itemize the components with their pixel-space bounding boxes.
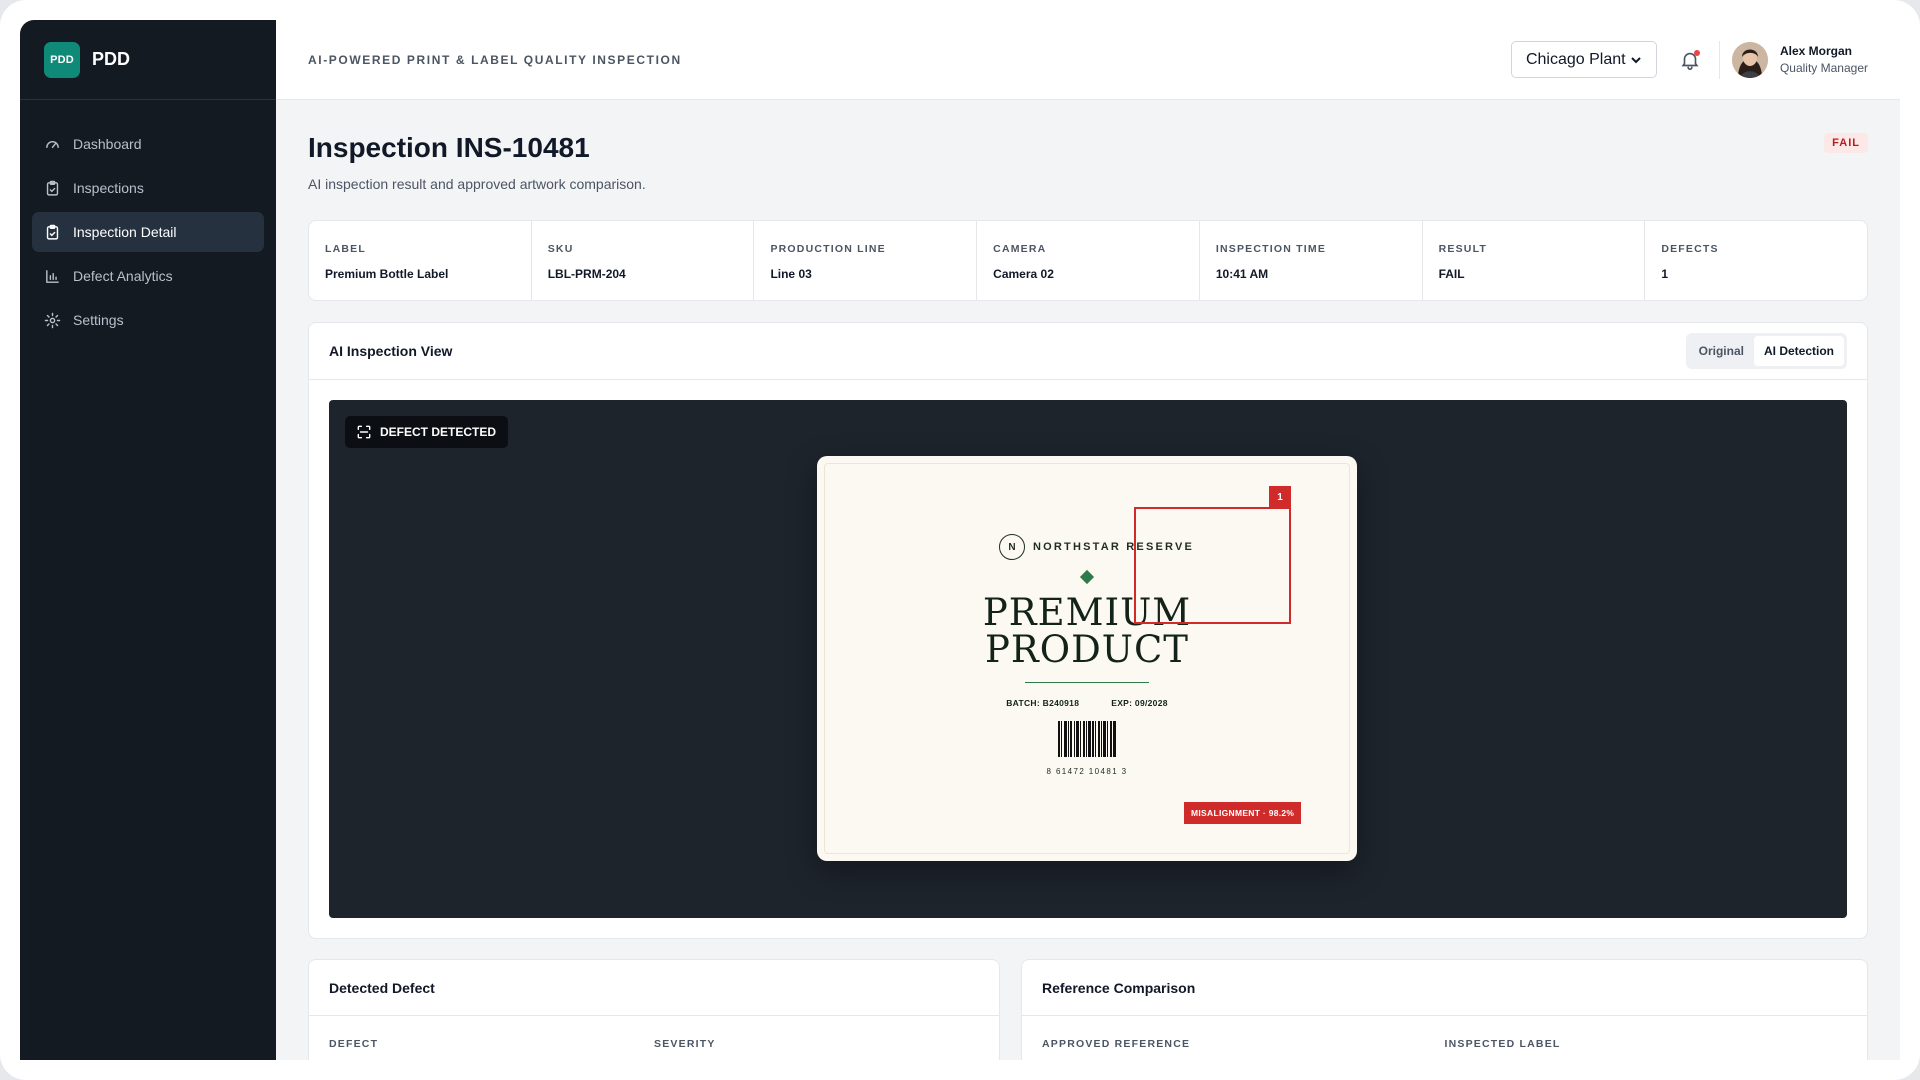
meta-cell-value: FAIL [1438, 267, 1465, 281]
main-area: AI-POWERED PRINT & LABEL QUALITY INSPECT… [276, 20, 1900, 1060]
defect-detected-badge: DEFECT DETECTED [345, 416, 509, 448]
meta-cell-label: RESULT [1438, 243, 1488, 255]
user-role: Quality Manager [1779, 61, 1868, 75]
view-title: AI Inspection View [329, 343, 453, 359]
meta-production-line: PRODUCTION LINE Line 03 [754, 221, 978, 300]
user-info[interactable]: Alex Morgan Quality Manager [1780, 44, 1868, 75]
clipboard-check-icon [46, 224, 59, 240]
barcode-number: 8 61472 10481 3 [1046, 767, 1128, 776]
column-header: INSPECTED LABEL [1444, 1038, 1561, 1050]
brand-name: PDD [92, 49, 131, 69]
scan-icon [357, 425, 371, 439]
ai-inspection-view: AI Inspection View Original AI Detection… [308, 322, 1868, 939]
bottom-cards: Detected Defect DEFECT SEVERITY Referenc… [308, 959, 1868, 1060]
plant-select[interactable]: Chicago Plant [1510, 41, 1657, 78]
detection-index: 1 [1269, 486, 1291, 508]
page-header: Inspection INS-10481 AI inspection resul… [308, 132, 1868, 192]
meta-result: RESULT FAIL [1423, 221, 1646, 300]
meta-inspection-time: INSPECTION TIME 10:41 AM [1200, 221, 1423, 300]
meta-defects: DEFECTS 1 [1645, 221, 1867, 300]
bar-chart-icon [46, 269, 59, 283]
column-header: SEVERITY [654, 1038, 716, 1050]
label-batch: BATCH: B240918 [1006, 698, 1080, 708]
notifications-button[interactable] [1679, 49, 1701, 71]
sidebar-item-label: Inspection Detail [73, 224, 177, 240]
meta-cell-value: 1 [1661, 267, 1668, 281]
sidebar-item-settings[interactable]: Settings [32, 300, 264, 340]
tab-original[interactable]: Original [1689, 336, 1754, 366]
topbar: AI-POWERED PRINT & LABEL QUALITY INSPECT… [276, 20, 1900, 100]
sidebar-item-defect-analytics[interactable]: Defect Analytics [32, 256, 264, 296]
sidebar-item-label: Dashboard [73, 136, 142, 152]
window-frame: PDD PDD Dashboard Inspections Inspection… [0, 0, 1920, 1080]
reference-comparison-columns: APPROVED REFERENCE INSPECTED LABEL [1022, 1016, 1867, 1050]
view-header: AI Inspection View Original AI Detection [309, 323, 1867, 380]
sidebar-item-label: Inspections [73, 180, 144, 196]
meta-cell-value: Camera 02 [993, 267, 1054, 281]
page-subtitle: AI inspection result and approved artwor… [308, 176, 646, 192]
detected-defect-card: Detected Defect DEFECT SEVERITY [308, 959, 1000, 1060]
meta-label: LABEL Premium Bottle Label [309, 221, 532, 300]
label-batch-row: BATCH: B240918 EXP: 09/2028 [817, 698, 1357, 708]
page-title: Inspection INS-10481 [308, 132, 590, 163]
meta-camera: CAMERA Camera 02 [977, 221, 1200, 300]
column-header: APPROVED REFERENCE [1042, 1038, 1191, 1050]
meta-cell-value: LBL-PRM-204 [547, 267, 626, 281]
clipboard-icon [46, 180, 59, 196]
divider [1718, 40, 1720, 79]
inspection-stage: DEFECT DETECTED N NORTHSTAR RESERVE PREM… [329, 400, 1847, 918]
user-name: Alex Morgan [1779, 44, 1852, 58]
meta-cell-label: DEFECTS [1661, 243, 1719, 255]
detected-defect-title: Detected Defect [309, 960, 999, 1016]
meta-cell-value: Premium Bottle Label [325, 267, 449, 281]
inspection-meta: LABEL Premium Bottle Label SKU LBL-PRM-2… [308, 220, 1868, 301]
plant-select-value: Chicago Plant [1525, 50, 1626, 68]
notification-dot [1693, 49, 1700, 56]
detection-box[interactable] [1134, 507, 1291, 624]
avatar[interactable] [1731, 41, 1768, 78]
sidebar-item-inspection-detail[interactable]: Inspection Detail [32, 212, 264, 252]
sidebar: PDD PDD Dashboard Inspections Inspection… [20, 20, 276, 1060]
content: Inspection INS-10481 AI inspection resul… [276, 100, 1900, 1060]
meta-cell-label: INSPECTION TIME [1215, 243, 1327, 255]
app-tagline: AI-POWERED PRINT & LABEL QUALITY INSPECT… [308, 52, 682, 67]
meta-cell-label: PRODUCTION LINE [770, 243, 886, 255]
meta-cell-label: LABEL [325, 243, 366, 255]
label-title-line2: PRODUCT [985, 628, 1189, 671]
gauge-icon [46, 140, 59, 148]
meta-cell-label: SKU [547, 243, 574, 255]
barcode-icon [1058, 721, 1116, 757]
status-badge: FAIL [1824, 133, 1868, 153]
meta-sku: SKU LBL-PRM-204 [532, 221, 755, 300]
label-image[interactable]: N NORTHSTAR RESERVE PREMIUM PRODUCT BATC… [817, 456, 1357, 861]
sidebar-nav: Dashboard Inspections Inspection Detail … [20, 100, 276, 364]
reference-comparison-title: Reference Comparison [1022, 960, 1867, 1016]
brand-logo[interactable]: PDD [44, 41, 80, 78]
sidebar-item-dashboard[interactable]: Dashboard [32, 124, 264, 164]
view-toggle: Original AI Detection [1685, 333, 1847, 369]
topbar-right: Chicago Plant Alex Morgan Quality Manage… [1510, 40, 1868, 79]
reference-comparison-card: Reference Comparison APPROVED REFERENCE … [1021, 959, 1868, 1060]
brand: PDD PDD [20, 20, 276, 100]
label-rule [1025, 682, 1149, 683]
tab-ai-detection[interactable]: AI Detection [1753, 336, 1844, 366]
meta-cell-value: Line 03 [770, 267, 812, 281]
avatar-image [1731, 41, 1768, 78]
column-header: DEFECT [329, 1038, 379, 1050]
meta-cell-value: 10:41 AM [1215, 267, 1269, 281]
defect-detected-text: DEFECT DETECTED [380, 425, 497, 439]
sidebar-item-label: Settings [73, 312, 124, 328]
label-exp: EXP: 09/2028 [1111, 698, 1168, 708]
chevron-down-icon [1631, 56, 1641, 63]
meta-cell-label: CAMERA [993, 243, 1047, 255]
app-shell: PDD PDD Dashboard Inspections Inspection… [20, 20, 1900, 1060]
sidebar-item-inspections[interactable]: Inspections [32, 168, 264, 208]
sidebar-item-label: Defect Analytics [73, 268, 173, 284]
detected-defect-columns: DEFECT SEVERITY [309, 1016, 999, 1050]
gear-icon [44, 312, 61, 328]
label-brand-mark: N [999, 534, 1025, 560]
detection-tag: MISALIGNMENT · 98.2% [1184, 802, 1302, 824]
